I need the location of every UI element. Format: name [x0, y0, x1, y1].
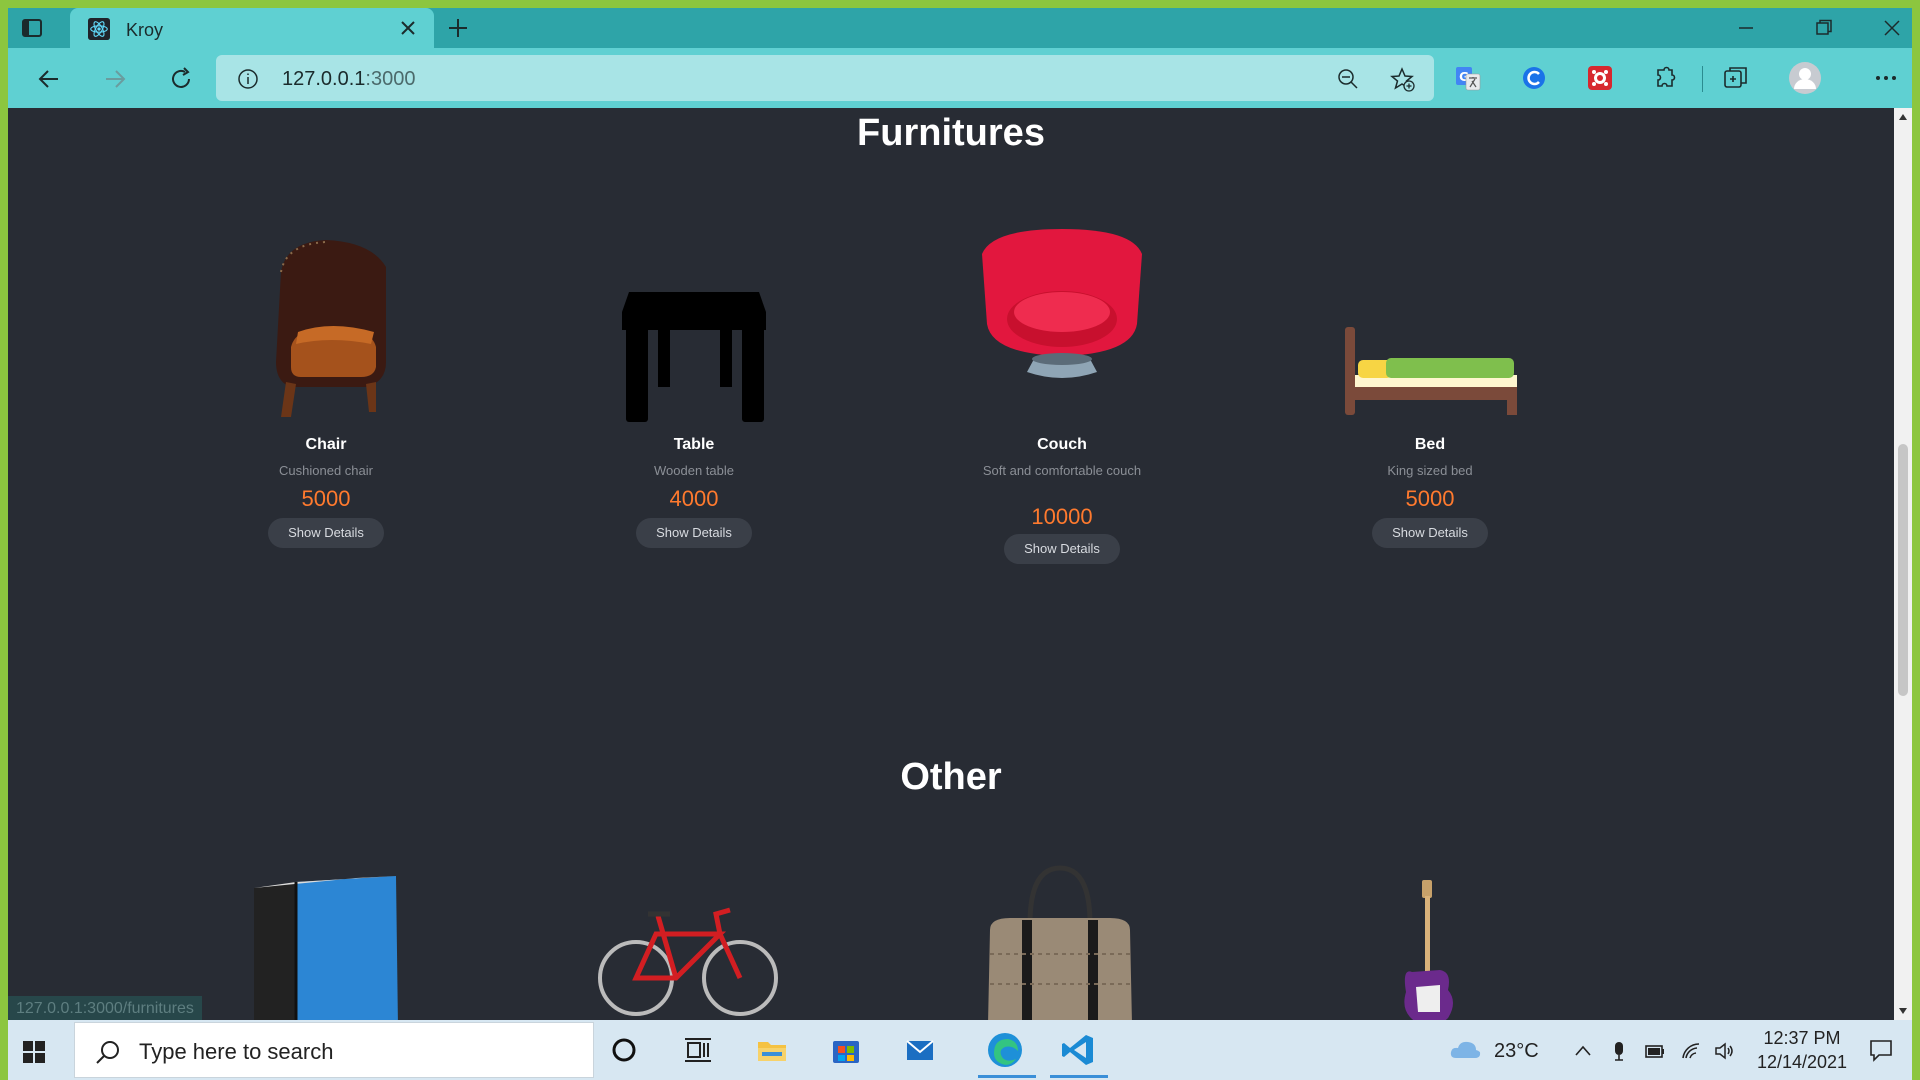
product-price: 5000 [1405, 486, 1455, 511]
scroll-up-icon[interactable] [1899, 114, 1907, 120]
address-port: :3000 [365, 68, 416, 90]
site-info-icon[interactable] [236, 67, 260, 91]
search-icon [96, 1041, 119, 1064]
bicycle-image [598, 907, 778, 1016]
product-card-couch: Couch Soft and comfortable couch 10000 S… [902, 224, 1222, 564]
product-price: 4000 [669, 486, 719, 511]
react-logo-icon [88, 18, 110, 40]
clock-date: 12/14/2021 [1756, 1052, 1848, 1072]
bed-image [1345, 327, 1517, 415]
product-name: Bed [1414, 436, 1446, 453]
product-card-bed: Bed King sized bed 5000 Show Details [1270, 232, 1590, 548]
couch-image [982, 229, 1142, 378]
battery-icon[interactable] [1644, 1040, 1666, 1062]
vscode-icon[interactable] [1060, 1032, 1096, 1068]
windows-taskbar: Type here to search 23°C 12:37 PM 12/14/… [8, 1020, 1912, 1080]
tab-actions-icon[interactable] [20, 16, 44, 40]
clock-time: 12:37 PM [1763, 1028, 1841, 1048]
vscode-active-indicator [1050, 1075, 1108, 1078]
wifi-icon[interactable] [1680, 1040, 1702, 1062]
scroll-down-icon[interactable] [1899, 1008, 1907, 1014]
profile-avatar-icon[interactable] [1788, 61, 1822, 95]
chevron-up-icon[interactable] [1572, 1040, 1594, 1062]
address-bar[interactable]: 127.0.0.1:3000 [216, 55, 1434, 101]
puzzle-red-extension-icon[interactable] [1586, 64, 1614, 92]
product-price: 5000 [301, 486, 351, 511]
microphone-icon[interactable] [1608, 1040, 1630, 1062]
furnitures-heading: Furnitures [857, 112, 1045, 154]
cortana-icon[interactable] [608, 1034, 640, 1066]
edge-active-indicator [978, 1075, 1036, 1078]
scrollbar-thumb[interactable] [1898, 444, 1908, 696]
show-details-button[interactable]: Show Details [1004, 534, 1120, 564]
weather-cloud-icon[interactable] [1448, 1038, 1482, 1060]
browser-window: Kroy 127.0.0.1:3000 G Furnitures Chair C… [8, 8, 1912, 1020]
show-details-button[interactable]: Show Details [636, 518, 752, 548]
clock[interactable]: 12:37 PM 12/14/2021 [1742, 1026, 1862, 1074]
address-host: 127.0.0.1 [282, 68, 366, 90]
toolbar-separator [1702, 66, 1703, 92]
collections-icon[interactable] [1722, 64, 1750, 92]
product-card-table: Table Wooden table 4000 Show Details [534, 232, 854, 548]
zoom-out-icon[interactable] [1336, 67, 1360, 91]
back-icon[interactable] [36, 66, 62, 92]
forward-icon[interactable] [102, 66, 128, 92]
restore-icon[interactable] [1814, 18, 1834, 38]
add-favorite-icon[interactable] [1390, 67, 1416, 93]
address-text[interactable]: 127.0.0.1:3000 [282, 68, 415, 91]
product-card-chair: Chair Cushioned chair 5000 Show Details [166, 232, 486, 548]
extensions-icon[interactable] [1652, 64, 1680, 92]
temperature[interactable]: 23°C [1494, 1040, 1539, 1063]
tab-title: Kroy [126, 20, 164, 40]
mail-icon[interactable] [904, 1034, 936, 1066]
translate-extension-icon[interactable]: G [1454, 64, 1482, 92]
c-extension-icon[interactable] [1520, 64, 1548, 92]
window-close-icon[interactable] [1882, 18, 1902, 38]
search-placeholder: Type here to search [139, 1039, 334, 1064]
taskbar-search-box[interactable]: Type here to search [74, 1022, 594, 1078]
book-image [254, 876, 398, 1020]
guitar-image [1404, 880, 1453, 1020]
page-scrollbar[interactable] [1894, 108, 1912, 1020]
product-name: Table [673, 436, 715, 453]
browser-toolbar: 127.0.0.1:3000 G [8, 48, 1912, 108]
product-price: 10000 [1031, 504, 1093, 529]
active-tab[interactable]: Kroy [70, 8, 434, 48]
refresh-icon[interactable] [168, 66, 194, 92]
task-view-icon[interactable] [682, 1034, 714, 1066]
microsoft-store-icon[interactable] [830, 1034, 862, 1066]
product-description: Wooden table [654, 463, 734, 478]
product-description: Cushioned chair [279, 463, 373, 478]
minimize-icon[interactable] [1736, 18, 1756, 38]
tab-close-icon[interactable] [400, 20, 416, 36]
status-bar-url: 127.0.0.1:3000/furnitures [8, 996, 202, 1020]
more-menu-icon[interactable] [1872, 64, 1900, 92]
handbag-image [988, 865, 1132, 1020]
table-image [622, 292, 766, 422]
edge-browser-icon[interactable] [986, 1031, 1024, 1069]
tab-strip: Kroy [8, 8, 1912, 48]
product-name: Chair [305, 436, 347, 453]
web-page: Furnitures Chair Cushioned chair 5000 Sh… [8, 108, 1894, 1020]
product-name: Couch [1037, 436, 1087, 453]
show-details-button[interactable]: Show Details [268, 518, 384, 548]
other-heading: Other [900, 756, 1002, 798]
new-tab-icon[interactable] [446, 16, 470, 40]
chair-image [276, 240, 386, 417]
volume-icon[interactable] [1714, 1040, 1736, 1062]
product-description: King sized bed [1387, 463, 1473, 478]
show-details-button[interactable]: Show Details [1372, 518, 1488, 548]
product-description: Soft and comfortable couch [982, 463, 1142, 478]
notifications-icon[interactable] [1868, 1037, 1894, 1063]
file-explorer-icon[interactable] [756, 1034, 788, 1066]
windows-start-icon[interactable] [22, 1040, 46, 1064]
